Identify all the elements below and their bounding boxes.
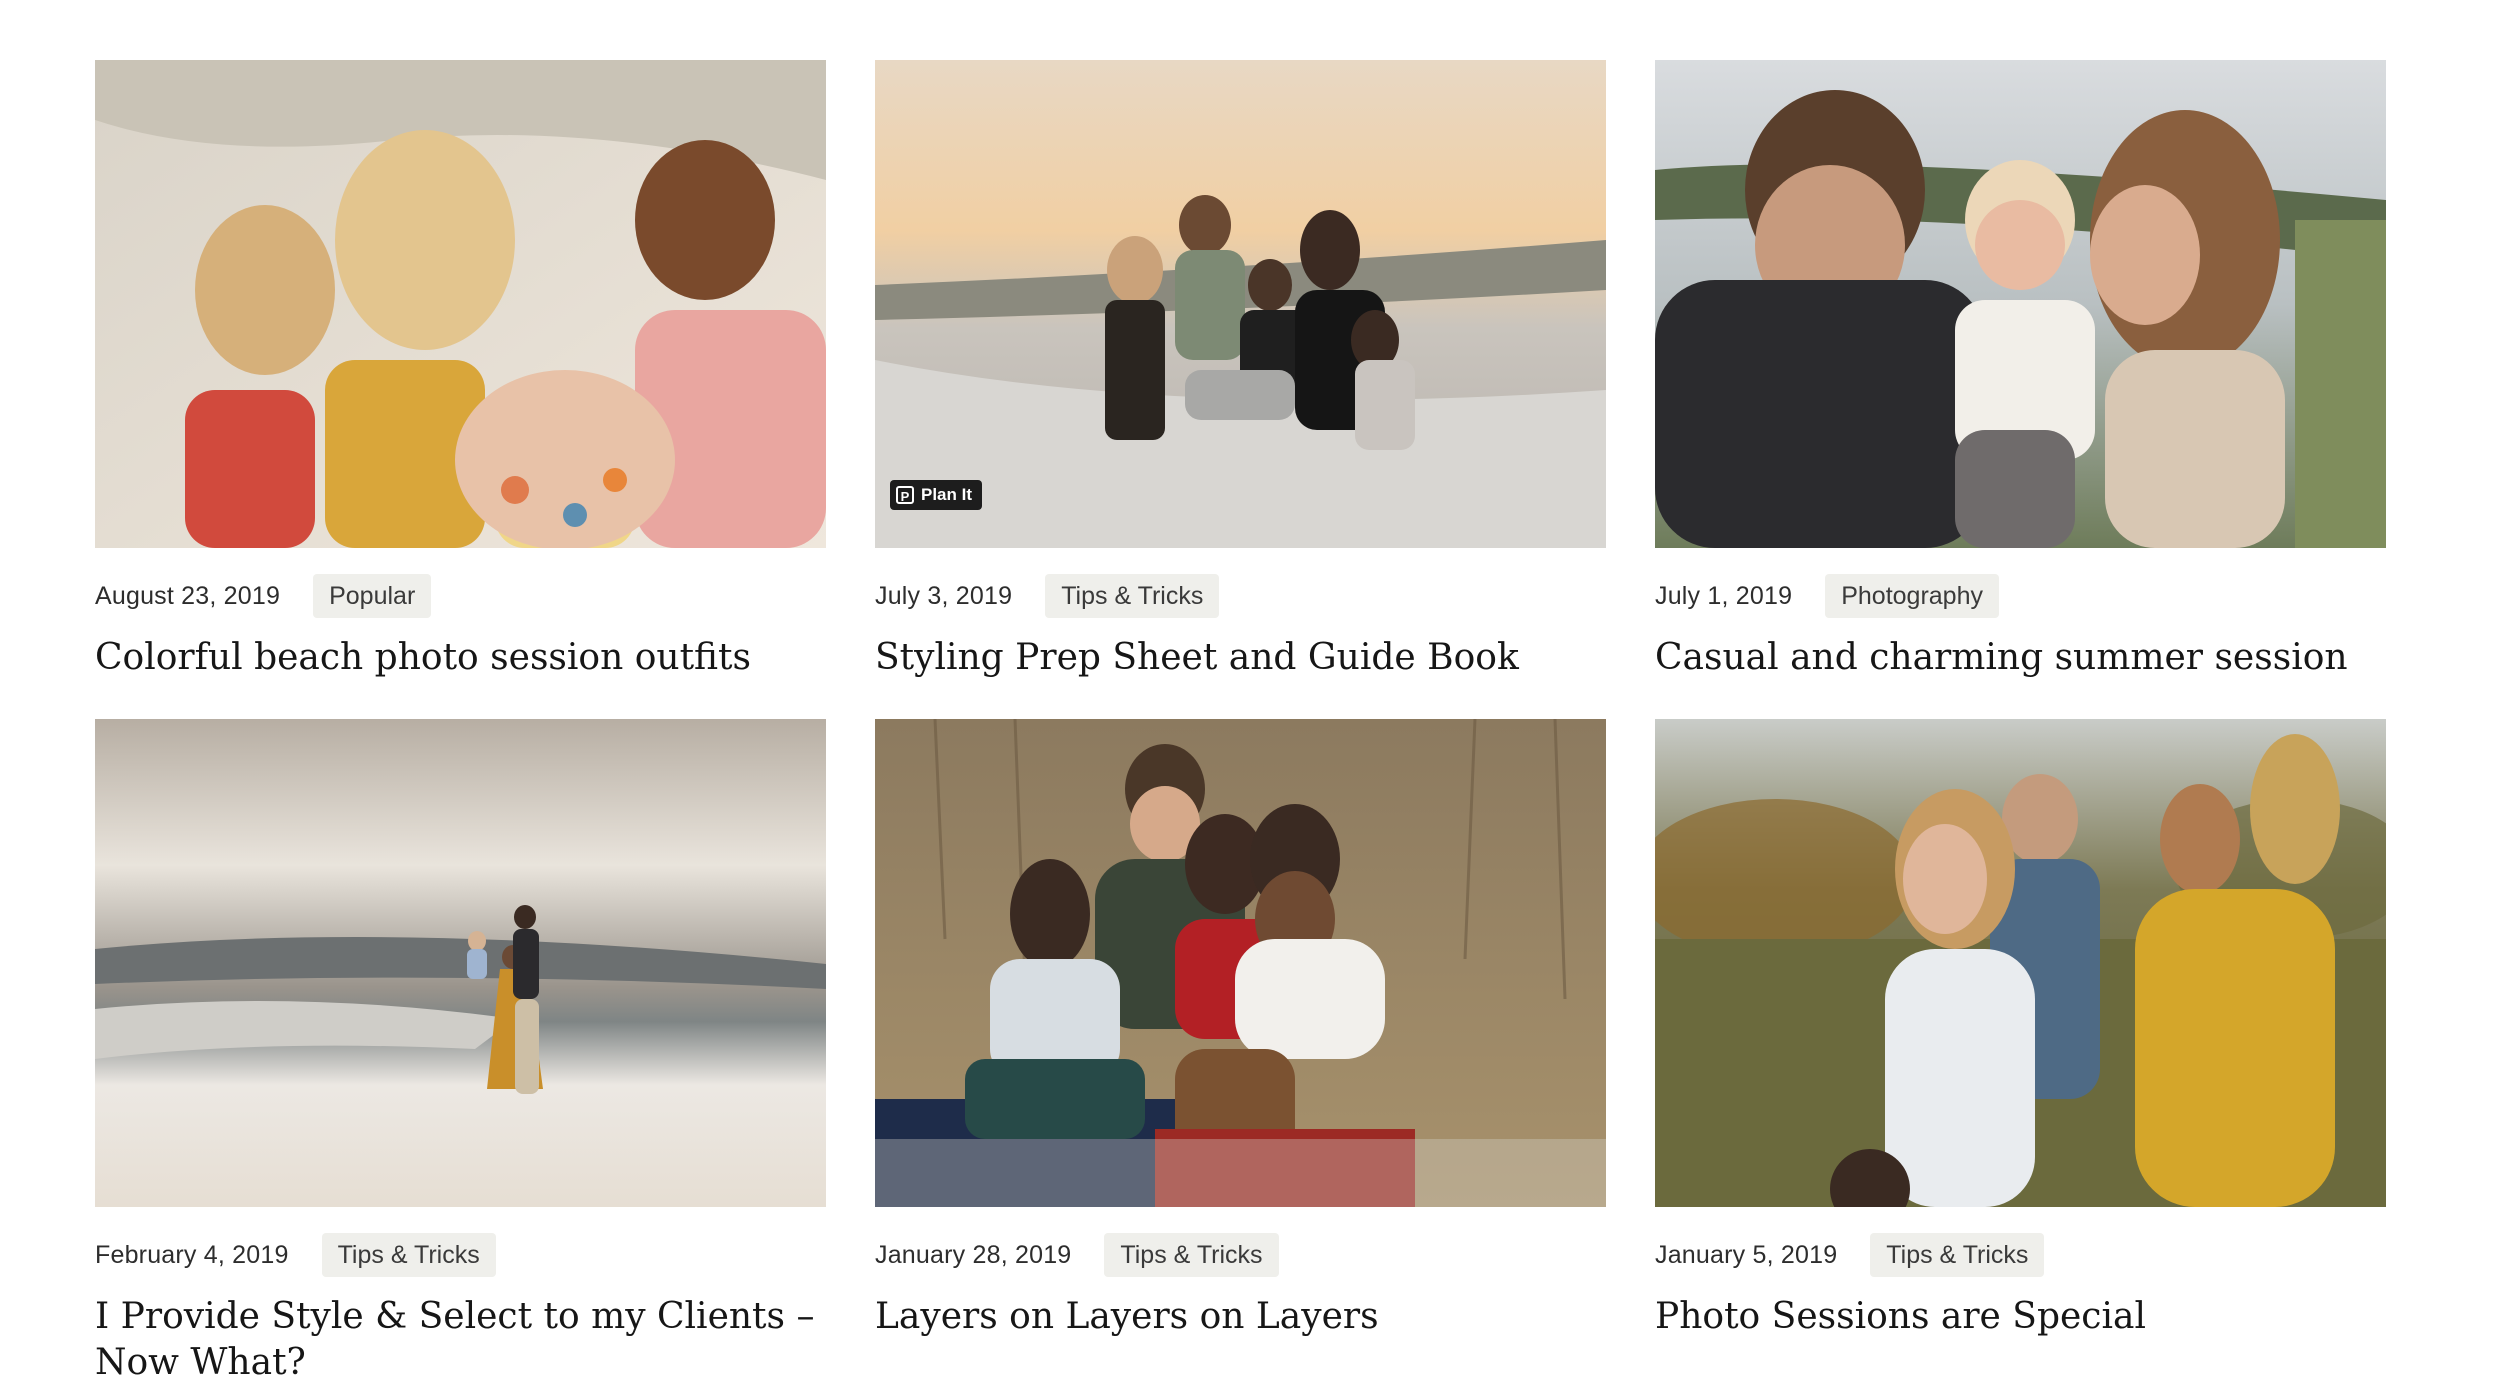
- post-date: August 23, 2019: [95, 581, 281, 610]
- post-date: January 28, 2019: [875, 1240, 1072, 1269]
- post-card: August 23, 2019 Popular Colorful beach p…: [95, 60, 826, 681]
- post-card: January 5, 2019 Tips & Tricks Photo Sess…: [1655, 719, 2386, 1386]
- post-card: July 1, 2019 Photography Casual and char…: [1655, 60, 2386, 681]
- post-title[interactable]: Casual and charming summer session: [1655, 635, 2386, 681]
- post-date: January 5, 2019: [1655, 1240, 1838, 1269]
- post-card: February 4, 2019 Tips & Tricks I Provide…: [95, 719, 826, 1386]
- post-title[interactable]: Styling Prep Sheet and Guide Book: [875, 635, 1606, 681]
- post-category-tag[interactable]: Tips & Tricks: [1870, 1233, 2045, 1277]
- post-card: January 28, 2019 Tips & Tricks Layers on…: [875, 719, 1606, 1386]
- post-image-family-field[interactable]: [875, 719, 1606, 1207]
- plan-it-icon: P: [896, 486, 914, 504]
- plan-it-button[interactable]: P Plan It: [890, 480, 983, 510]
- post-title[interactable]: I Provide Style & Select to my Clients –…: [95, 1294, 826, 1386]
- post-date: July 3, 2019: [875, 581, 1013, 610]
- post-category-tag[interactable]: Photography: [1825, 574, 1999, 618]
- post-title[interactable]: Layers on Layers on Layers: [875, 1294, 1606, 1340]
- post-title[interactable]: Photo Sessions are Special: [1655, 1294, 2386, 1340]
- post-image-family-park[interactable]: [1655, 719, 2386, 1207]
- post-category-tag[interactable]: Tips & Tricks: [321, 1233, 496, 1277]
- plan-it-label: Plan It: [921, 485, 973, 504]
- post-image-wrapper[interactable]: P Plan It: [875, 60, 1606, 548]
- post-image-couple-kissing-baby[interactable]: [1655, 60, 2386, 548]
- post-image-sunset-beach-family: [875, 60, 1606, 548]
- post-category-tag[interactable]: Tips & Tricks: [1104, 1233, 1279, 1277]
- post-category-tag[interactable]: Tips & Tricks: [1045, 574, 1220, 618]
- post-date: February 4, 2019: [95, 1240, 289, 1269]
- post-card: P Plan It July 3, 2019 Tips & Tricks Sty…: [875, 60, 1606, 681]
- post-category-tag[interactable]: Popular: [313, 574, 432, 618]
- post-title[interactable]: Colorful beach photo session outfits: [95, 635, 826, 681]
- post-date: July 1, 2019: [1655, 581, 1793, 610]
- post-image-beach-family-hug[interactable]: [95, 60, 826, 548]
- post-image-couple-beach-baby[interactable]: [95, 719, 826, 1207]
- post-grid: August 23, 2019 Popular Colorful beach p…: [95, 60, 2410, 1386]
